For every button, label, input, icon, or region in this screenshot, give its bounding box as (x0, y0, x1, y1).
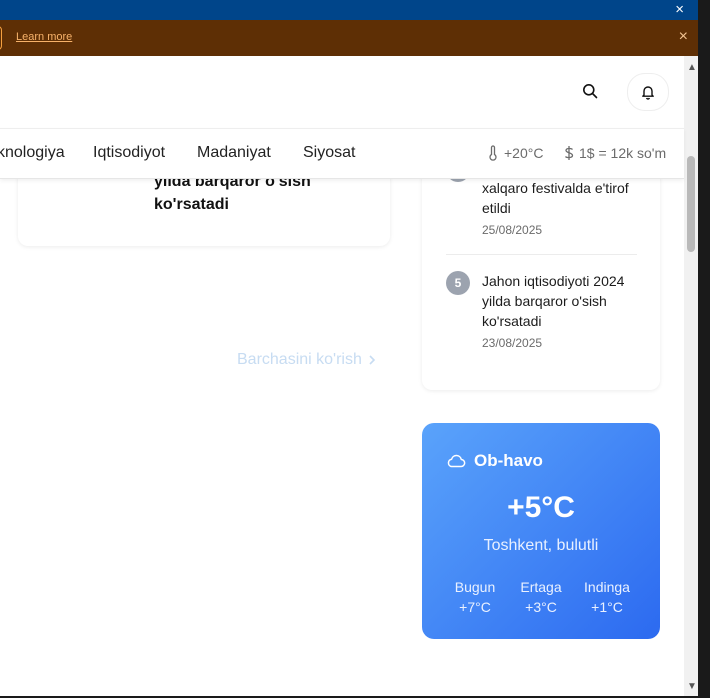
view-all-link[interactable]: Barchasini ko'rish (237, 351, 376, 369)
learn-more-link[interactable]: Learn more (16, 31, 72, 43)
close-icon[interactable]: × (679, 28, 688, 46)
bell-icon (642, 86, 654, 100)
scroll-down-arrow[interactable]: ▼ (687, 681, 697, 692)
temperature-value: +20°C (504, 145, 544, 161)
news-item-title[interactable]: xalqaro festivalda e'tirof etildi (482, 178, 642, 218)
dollar-icon (564, 146, 574, 160)
forecast-day-name: Bugun (454, 579, 496, 595)
nav-item-madaniyat[interactable]: Madaniyat (197, 144, 271, 162)
scroll-up-arrow[interactable]: ▲ (687, 62, 697, 73)
temperature-indicator: +20°C (486, 145, 543, 161)
news-item-title[interactable]: Jahon iqtisodiyoti 2024 yilda barqaror o… (482, 271, 642, 331)
forecast-day-name: Ertaga (520, 579, 562, 595)
search-button[interactable] (572, 81, 608, 101)
nav-item-iqtisodiyot[interactable]: Iqtisodiyot (93, 144, 165, 162)
weather-forecast: Bugun +7°C Ertaga +3°C Indinga +1°C (442, 577, 640, 617)
forecast-day-name: Indinga (584, 579, 630, 595)
weather-header: Ob-havo (446, 451, 543, 471)
news-item-date: 25/08/2025 (482, 223, 543, 237)
close-icon[interactable]: × (675, 1, 684, 18)
currency-indicator: 1$ = 12k so'm (563, 145, 666, 161)
promo-badge (0, 26, 2, 50)
divider (446, 254, 637, 255)
forecast-day: Indinga +1°C (574, 577, 640, 617)
thermometer-icon (489, 145, 497, 161)
currency-value: 1$ = 12k so'm (579, 145, 667, 161)
cloud-icon (447, 454, 466, 468)
weather-description: Toshkent, bulutli (483, 537, 599, 554)
category-nav: knologiya Iqtisodiyot Madaniyat Siyosat … (0, 128, 684, 179)
nav-item-siyosat[interactable]: Siyosat (303, 144, 355, 162)
scrollbar-thumb[interactable] (687, 156, 695, 252)
news-item-date: 23/08/2025 (482, 336, 543, 350)
forecast-day-temp: +3°C (525, 599, 557, 615)
forecast-day: Ertaga +3°C (508, 577, 574, 617)
window-frame (698, 0, 710, 698)
notifications-button[interactable] (627, 73, 669, 111)
forecast-day: Bugun +7°C (442, 577, 508, 617)
weather-widget: Ob-havo +5°C Toshkent, bulutli Bugun +7°… (422, 423, 660, 639)
forecast-day-temp: +7°C (459, 599, 491, 615)
nav-item-texnologiya[interactable]: knologiya (0, 144, 65, 162)
weather-temperature: +5°C (507, 491, 575, 524)
forecast-day-temp: +1°C (591, 599, 623, 615)
weather-title: Ob-havo (474, 451, 543, 470)
vertical-scrollbar[interactable]: ▲ ▼ (684, 56, 698, 696)
promo-banner: Learn more × (0, 20, 698, 56)
top-strip: × (0, 0, 698, 20)
view-all-label: Barchasini ko'rish (237, 351, 362, 368)
chevron-right-icon (369, 355, 376, 365)
news-rank-badge: 5 (446, 271, 470, 295)
search-icon (583, 84, 598, 99)
